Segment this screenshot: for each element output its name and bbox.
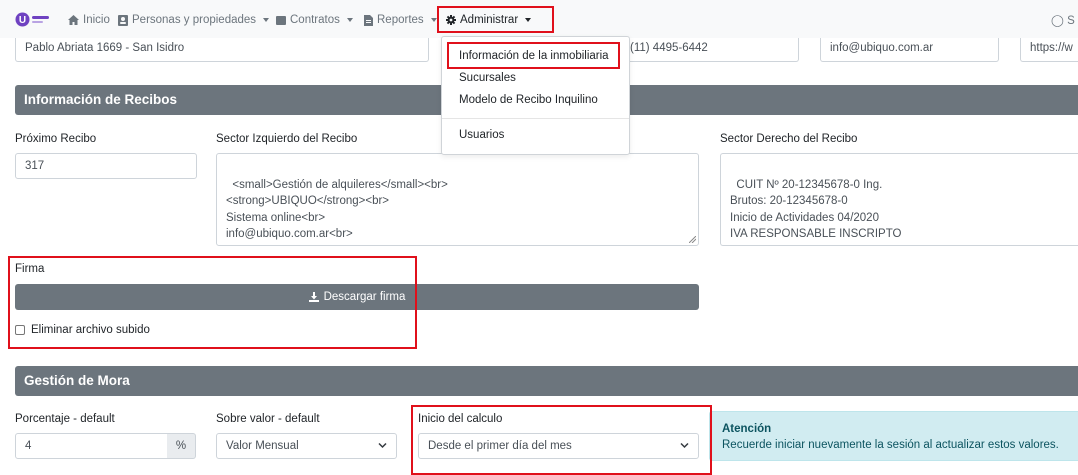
sector-derecho-label: Sector Derecho del Recibo [720, 133, 858, 145]
chevron-down-icon [378, 442, 387, 449]
sobre-valor-label: Sobre valor - default [216, 413, 320, 425]
sector-izquierdo-text: <small>Gestión de alquileres</small><br>… [226, 178, 448, 246]
ubiquo-logo[interactable]: U [15, 12, 51, 27]
sobre-valor-select[interactable]: Valor Mensual [216, 433, 397, 459]
proximo-recibo-label: Próximo Recibo [15, 133, 97, 145]
person-card-icon [118, 14, 128, 26]
resize-handle-icon[interactable] [689, 236, 696, 243]
menu-item-usuarios[interactable]: Usuarios [459, 129, 504, 141]
svg-text:U: U [19, 15, 26, 26]
highlight-administrar [437, 6, 554, 33]
porcentaje-input[interactable]: 4 [15, 433, 168, 459]
percent-addon: % [167, 433, 196, 459]
highlight-inicio-calculo [411, 405, 712, 475]
nav-reportes-label: Reportes [377, 14, 424, 26]
phone-field[interactable]: (11) 4495-6442 [620, 38, 799, 62]
nav-contratos[interactable]: Contratos [276, 13, 353, 27]
section-header-mora: Gestión de Mora [15, 366, 1078, 396]
user-icon: ◯ [1051, 15, 1064, 27]
sobre-valor-selected: Valor Mensual [226, 440, 299, 452]
menu-divider [442, 118, 629, 119]
folder-icon [276, 16, 286, 25]
user-menu[interactable]: ◯ S [1051, 13, 1075, 27]
menu-item-sucursales[interactable]: Sucursales [459, 72, 516, 84]
highlight-firma [8, 256, 417, 349]
nav-personas[interactable]: Personas y propiedades [118, 13, 270, 27]
document-icon [364, 14, 373, 26]
alert-title: Atención [722, 423, 772, 435]
nav-inicio[interactable]: Inicio [68, 13, 110, 27]
user-menu-label: S [1067, 15, 1075, 27]
email-field[interactable]: info@ubiquo.com.ar [820, 38, 999, 62]
sector-izquierdo-label: Sector Izquierdo del Recibo [216, 133, 358, 145]
chevron-down-icon [346, 18, 353, 22]
menu-item-modelo-recibo[interactable]: Modelo de Recibo Inquilino [459, 94, 598, 106]
chevron-down-icon [263, 18, 270, 22]
nav-reportes[interactable]: Reportes [364, 13, 437, 27]
nav-inicio-label: Inicio [83, 14, 110, 26]
nav-personas-label: Personas y propiedades [132, 14, 257, 26]
alert-text: Recuerde iniciar nuevamente la sesión al… [722, 439, 1059, 451]
proximo-recibo-input[interactable]: 317 [15, 153, 197, 179]
sector-derecho-textarea[interactable]: CUIT Nº 20-12345678-0 Ing. Brutos: 20-12… [720, 153, 1078, 246]
nav-contratos-label: Contratos [290, 14, 340, 26]
porcentaje-label: Porcentaje - default [15, 413, 115, 425]
highlight-informacion-inmobiliaria [447, 42, 620, 69]
sector-derecho-text: CUIT Nº 20-12345678-0 Ing. Brutos: 20-12… [730, 178, 902, 241]
sector-izquierdo-textarea[interactable]: <small>Gestión de alquileres</small><br>… [216, 153, 699, 246]
website-field[interactable]: https://w [1020, 38, 1078, 62]
address-field[interactable]: Pablo Abriata 1669 - San Isidro [15, 38, 429, 62]
chevron-down-icon [430, 18, 437, 22]
atencion-alert: Atención Recuerde iniciar nuevamente la … [709, 411, 1078, 461]
home-icon [68, 15, 79, 25]
